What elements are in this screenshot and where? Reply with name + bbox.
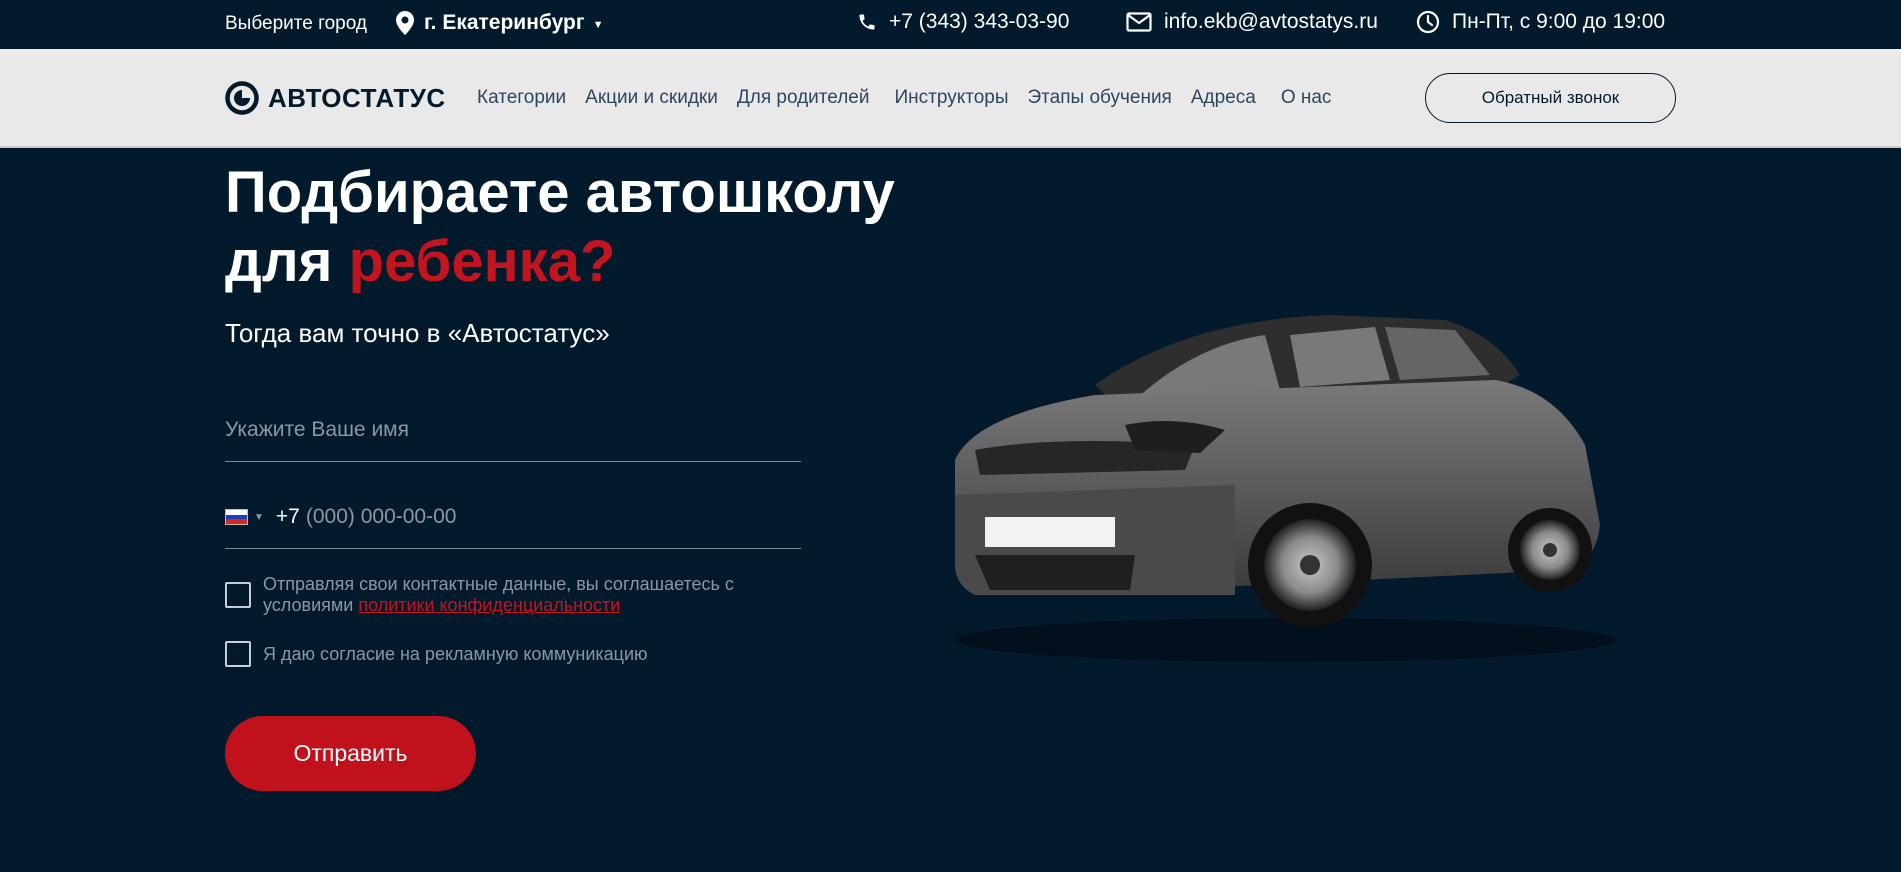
email-link[interactable]: info.ekb@avtostatys.ru [1126, 10, 1378, 34]
ads-consent-text: Я даю согласие на рекламную коммуникацию [263, 644, 648, 664]
hero-subtitle: Тогда вам точно в «Автостатус» [225, 318, 610, 348]
phone-country-code: +7 [275, 505, 300, 528]
phone-icon [859, 14, 875, 30]
logo[interactable]: АВТОСТАТУС [225, 81, 446, 115]
phone-number: +7 (343) 343-03-90 [889, 10, 1070, 33]
nav-menu: Категории Акции и скидки Для родителей И… [477, 87, 1350, 109]
clock-icon [1416, 10, 1440, 34]
privacy-consent-checkbox[interactable] [225, 582, 251, 608]
nav-item-categories[interactable]: Категории [477, 87, 566, 109]
privacy-policy-link[interactable]: политики конфиденциальности [358, 595, 620, 615]
russia-flag-icon[interactable] [225, 509, 248, 525]
hours-text: Пн-Пт, с 9:00 до 19:00 [1452, 10, 1666, 33]
title-line-1: Подбираете автошколу [225, 160, 895, 225]
nav-item-training-stages[interactable]: Этапы обучения [1028, 87, 1172, 109]
privacy-consent-row: Отправляя свои контактные данные, вы сог… [225, 574, 823, 616]
city-value: г. Екатеринбург [424, 11, 585, 34]
callback-button[interactable]: Обратный звонок [1425, 73, 1676, 123]
logo-icon [225, 81, 259, 115]
nav-item-promotions[interactable]: Акции и скидки [585, 87, 718, 109]
nav-item-about[interactable]: О нас [1281, 87, 1332, 109]
nav-item-parents[interactable]: Для родителей [737, 87, 870, 109]
car-image [955, 315, 1615, 662]
ads-consent-checkbox[interactable] [225, 641, 251, 667]
page-title: Подбираете автошколу для ребенка? [225, 158, 895, 296]
main-navbar: АВТОСТАТУС Категории Акции и скидки Для … [0, 49, 1901, 148]
city-selector[interactable]: г. Екатеринбург ▼ [396, 11, 603, 35]
logo-text: АВТОСТАТУС [268, 82, 446, 113]
submit-button[interactable]: Отправить [225, 716, 476, 791]
ads-consent-row: Я даю согласие на рекламную коммуникацию [225, 641, 648, 667]
nav-item-instructors[interactable]: Инструкторы [895, 87, 1009, 109]
name-field [225, 408, 801, 462]
city-label: Выберите город [225, 13, 367, 34]
working-hours: Пн-Пт, с 9:00 до 19:00 [1416, 10, 1665, 34]
pin-icon [396, 11, 414, 35]
privacy-consent-text: Отправляя свои контактные данные, вы сог… [263, 574, 823, 616]
chevron-down-icon: ▼ [592, 18, 604, 31]
phone-input[interactable] [305, 495, 766, 539]
title-line-2-plain: для [225, 229, 333, 294]
title-line-2-accent: ребенка? [348, 229, 616, 294]
chevron-down-icon[interactable]: ▼ [254, 512, 264, 523]
top-info-bar: Выберите город г. Екатеринбург ▼ +7 (343… [0, 0, 1901, 49]
nav-item-addresses[interactable]: Адреса [1191, 87, 1256, 109]
mail-icon [1126, 12, 1152, 32]
name-input[interactable] [225, 408, 801, 452]
phone-link[interactable]: +7 (343) 343-03-90 [857, 10, 1069, 34]
email-address: info.ekb@avtostatys.ru [1164, 10, 1378, 33]
phone-field: ▼ +7 [225, 495, 801, 549]
